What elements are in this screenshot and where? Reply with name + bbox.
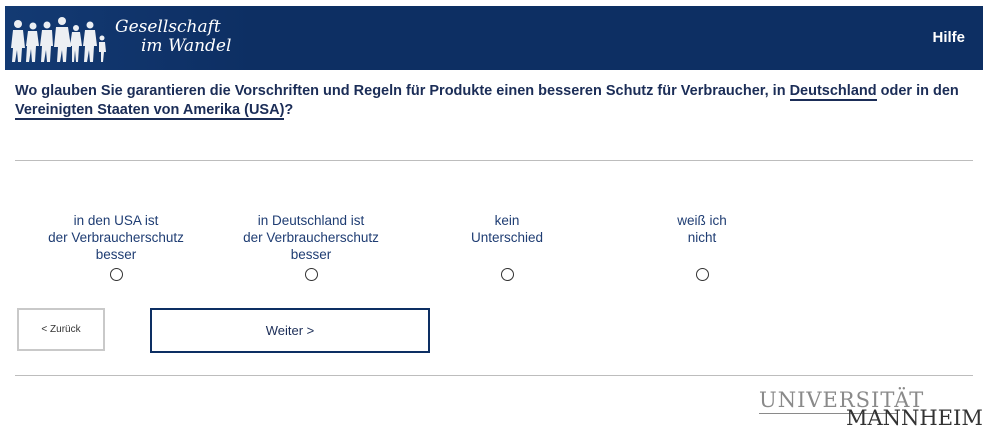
- answer-label-line: in den USA ist: [73, 213, 159, 228]
- answer-option-label: kein Unterschied: [417, 212, 597, 263]
- radio-deutschland[interactable]: [304, 268, 318, 281]
- answer-label-line: Unterschied: [470, 230, 544, 245]
- university-logo-line2: MANNHEIM: [846, 406, 983, 430]
- universitaet-mannheim-logo: UNIVERSITÄT MANNHEIM: [757, 388, 983, 432]
- answer-option-label: in Deutschland ist der Verbraucherschutz…: [221, 212, 401, 263]
- answer-option-weiss-nicht: weiß ich nicht: [612, 212, 792, 285]
- divider-bottom: [15, 375, 973, 376]
- answer-label-line: der Verbraucherschutz: [243, 230, 379, 245]
- answer-option-deutschland: in Deutschland ist der Verbraucherschutz…: [221, 212, 401, 285]
- answer-label-line: weiß ich: [677, 213, 727, 228]
- radio-weiss-nicht[interactable]: [695, 268, 709, 281]
- radio-usa[interactable]: [109, 268, 123, 281]
- answer-label-line: kein: [494, 213, 520, 228]
- answer-option-usa: in den USA ist der Verbraucherschutz bes…: [26, 212, 206, 285]
- answer-label-line: der Verbraucherschutz: [48, 230, 184, 245]
- next-button[interactable]: Weiter >: [150, 308, 430, 353]
- answer-label-line: besser: [290, 247, 332, 262]
- term-deutschland-link[interactable]: Deutschland: [789, 83, 877, 101]
- term-usa-link[interactable]: Vereinigten Staaten von Amerika (USA): [15, 102, 285, 120]
- answer-option-label: weiß ich nicht: [612, 212, 792, 263]
- help-link[interactable]: Hilfe: [932, 29, 965, 46]
- question-text: Wo glauben Sie garantieren die Vorschrif…: [15, 82, 965, 120]
- question-text-part2: oder in den: [876, 83, 959, 99]
- answer-option-kein-unterschied: kein Unterschied: [417, 212, 597, 285]
- people-silhouette-icon: [11, 17, 106, 62]
- divider-top: [15, 160, 973, 161]
- question-text-part3: ?: [284, 102, 294, 118]
- header-bar: Gesellschaft im Wandel Hilfe: [5, 6, 983, 70]
- answer-label-line: besser: [95, 247, 137, 262]
- question-text-part1: Wo glauben Sie garantieren die Vorschrif…: [15, 83, 790, 99]
- gesellschaft-im-wandel-logo: Gesellschaft im Wandel: [5, 6, 250, 70]
- back-button[interactable]: < Zurück: [17, 308, 105, 351]
- answer-option-label: in den USA ist der Verbraucherschutz bes…: [26, 212, 206, 263]
- radio-kein-unterschied[interactable]: [500, 268, 514, 281]
- answer-label-line: nicht: [687, 230, 717, 245]
- logo-title-line1: Gesellschaft: [115, 17, 221, 37]
- logo-title-line2: im Wandel: [141, 36, 232, 56]
- answer-label-line: in Deutschland ist: [257, 213, 365, 228]
